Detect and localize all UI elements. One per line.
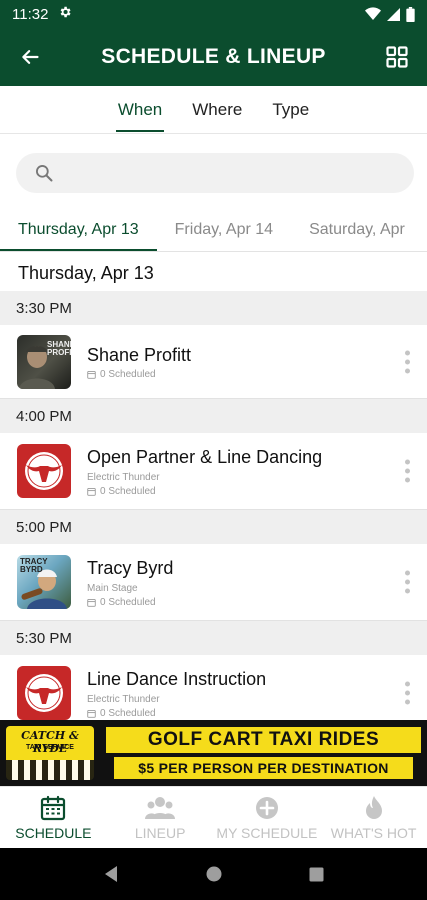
nav-my-schedule-label: MY SCHEDULE xyxy=(216,825,318,841)
ad-banner[interactable]: CATCH & RYDE TAXI SERVICE GOLF CART TAXI… xyxy=(0,720,427,786)
event-title: Shane Profitt xyxy=(87,344,192,365)
scheduled-count-text: 0 Scheduled xyxy=(100,485,156,497)
longhorn-logo-icon xyxy=(25,674,63,712)
calendar-icon xyxy=(41,795,66,821)
more-options-icon[interactable] xyxy=(403,459,411,483)
app-bar: SCHEDULE & LINEUP xyxy=(0,28,427,86)
sponsor-logo-name: CATCH & RYDE xyxy=(21,729,79,755)
artist-photo: TRACY BYRD xyxy=(17,555,71,609)
system-back-icon[interactable] xyxy=(103,865,119,883)
status-bar: 11:32 xyxy=(0,0,427,28)
arrow-left-icon xyxy=(22,50,39,64)
scheduled-count: 0 Scheduled xyxy=(87,486,322,497)
event-row[interactable]: TRACY BYRD Tracy Byrd Main Stage 0 Sched… xyxy=(0,544,427,621)
search-input[interactable] xyxy=(16,153,414,193)
tab-type[interactable]: Type xyxy=(270,86,311,134)
event-title: Line Dance Instruction xyxy=(87,668,267,689)
nav-schedule[interactable]: SCHEDULE xyxy=(0,787,107,848)
calendar-small-icon xyxy=(87,370,96,379)
event-venue: Main Stage xyxy=(87,582,138,594)
event-row[interactable]: Open Partner & Line Dancing Electric Thu… xyxy=(0,433,427,510)
event-title: Open Partner & Line Dancing xyxy=(87,446,323,467)
plus-circle-icon xyxy=(255,797,278,819)
nav-lineup[interactable]: LINEUP xyxy=(107,787,214,848)
nav-whats-hot[interactable]: WHAT'S HOT xyxy=(320,787,427,848)
artist-photo: SHANE PROFITT xyxy=(17,334,71,389)
sponsor-logo: CATCH & RYDE TAXI SERVICE xyxy=(0,720,100,786)
nav-schedule-label: SCHEDULE xyxy=(15,825,92,841)
scheduled-count-text: 0 Scheduled xyxy=(100,368,156,380)
system-navigation-bar xyxy=(0,848,427,900)
longhorn-logo-icon xyxy=(25,452,63,490)
more-options-icon[interactable] xyxy=(403,350,411,373)
system-home-icon[interactable] xyxy=(206,866,222,882)
battery-icon xyxy=(406,6,415,22)
time-header: 5:30 PM xyxy=(0,621,427,655)
time-header: 4:00 PM xyxy=(0,399,427,433)
status-right-group xyxy=(365,6,415,22)
search-icon xyxy=(36,165,53,182)
bottom-nav: SCHEDULE LINEUP MY SCHEDULE WHAT'S HOT xyxy=(0,786,427,848)
ad-headline: GOLF CART TAXI RIDES xyxy=(106,727,421,753)
sponsor-logo-tagline: TAXI SERVICE xyxy=(26,744,74,751)
scheduled-count: 0 Scheduled xyxy=(87,708,266,719)
tab-where[interactable]: Where xyxy=(190,86,244,134)
scheduled-count-text: 0 Scheduled xyxy=(100,707,156,719)
more-options-icon[interactable] xyxy=(403,570,411,594)
event-venue: Electric Thunder xyxy=(87,693,160,705)
time-header: 3:30 PM xyxy=(0,291,427,325)
people-icon xyxy=(145,797,176,819)
calendar-small-icon xyxy=(87,598,96,607)
page-title: SCHEDULE & LINEUP xyxy=(101,45,326,68)
grid-icon xyxy=(386,46,408,68)
ad-content: GOLF CART TAXI RIDES $5 PER PERSON PER D… xyxy=(100,720,427,786)
more-options-icon[interactable] xyxy=(403,681,411,705)
ad-subline: $5 PER PERSON PER DESTINATION xyxy=(114,757,413,779)
nav-my-schedule[interactable]: MY SCHEDULE xyxy=(214,787,321,848)
scheduled-count: 0 Scheduled xyxy=(87,597,173,608)
schedule-list: 3:30 PM SHANE PROFITT Shane Profitt 0 Sc… xyxy=(0,291,427,732)
cell-signal-icon xyxy=(387,7,400,21)
status-time: 11:32 xyxy=(12,5,49,23)
scheduled-count: 0 Scheduled xyxy=(87,369,191,380)
event-venue: Electric Thunder xyxy=(87,471,160,483)
nav-whats-hot-label: WHAT'S HOT xyxy=(330,825,417,841)
day-tab-friday[interactable]: Friday, Apr 14 xyxy=(157,208,291,251)
system-recents-icon[interactable] xyxy=(309,867,324,882)
day-tab-saturday[interactable]: Saturday, Apr xyxy=(291,208,423,251)
nav-lineup-label: LINEUP xyxy=(134,825,186,841)
time-header: 5:00 PM xyxy=(0,510,427,544)
day-tabs: Thursday, Apr 13 Friday, Apr 14 Saturday… xyxy=(0,208,427,252)
artist-photo-text: SHANE PROFITT xyxy=(47,339,71,357)
scheduled-count-text: 0 Scheduled xyxy=(100,596,156,608)
calendar-small-icon xyxy=(87,487,96,496)
grid-view-button[interactable] xyxy=(367,28,427,86)
wifi-icon xyxy=(365,7,381,20)
venue-logo xyxy=(17,444,71,498)
artist-photo-text: TRACY BYRD xyxy=(20,557,48,574)
event-title: Tracy Byrd xyxy=(87,557,174,578)
calendar-small-icon xyxy=(87,709,96,718)
venue-logo xyxy=(17,666,71,720)
flame-icon xyxy=(365,796,382,819)
tab-when[interactable]: When xyxy=(115,86,165,134)
event-row[interactable]: SHANE PROFITT Shane Profitt 0 Scheduled xyxy=(0,325,427,399)
day-tab-thursday[interactable]: Thursday, Apr 13 xyxy=(0,208,157,251)
settings-gear-icon xyxy=(58,5,72,23)
day-heading: Thursday, Apr 13 xyxy=(18,262,154,283)
filter-tabs: When Where Type xyxy=(0,86,427,134)
back-button[interactable] xyxy=(0,28,60,86)
